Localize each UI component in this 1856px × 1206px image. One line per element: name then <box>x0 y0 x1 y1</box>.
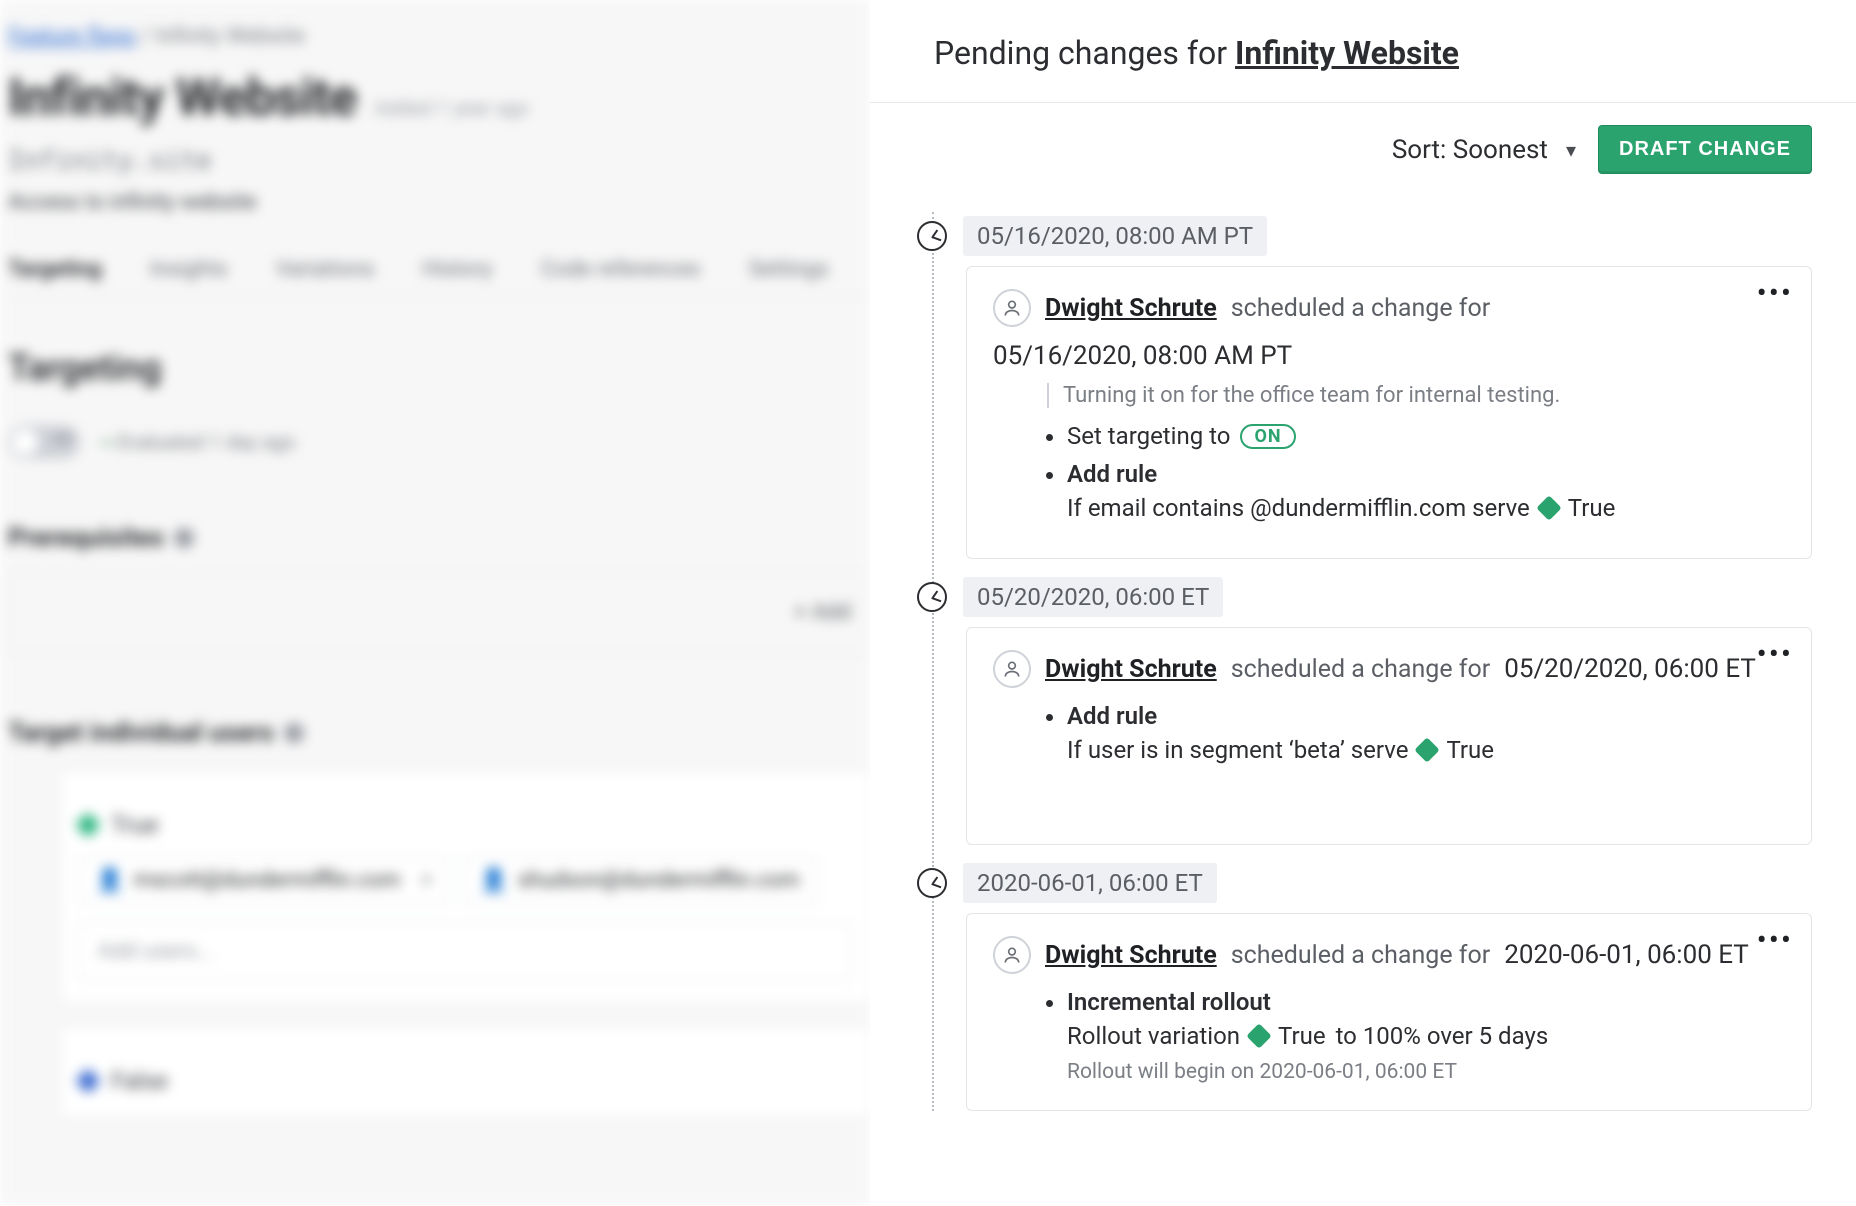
change-byline: Dwight Schrute scheduled a change for 05… <box>993 650 1785 688</box>
rollout-footnote: Rollout will begin on 2020-06-01, 06:00 … <box>1067 1060 1785 1084</box>
scheduled-date: 05/20/2020, 06:00 ET <box>1504 654 1756 684</box>
change-item: Set targeting to ON <box>1067 422 1785 450</box>
avatar-icon: 👤 <box>96 868 123 893</box>
diamond-icon <box>75 812 100 837</box>
change-item: Add rule If user is in segment ‘beta’ se… <box>1067 702 1785 764</box>
avatar-icon <box>993 936 1031 974</box>
diamond-icon <box>75 1068 100 1093</box>
on-badge: ON <box>1240 424 1295 449</box>
timeline-timestamp: 2020-06-01, 06:00 ET <box>914 863 1812 903</box>
breadcrumb-root: Feature flags <box>8 24 135 49</box>
user-chip: 👤 shudson@dundermifflin.com <box>463 857 817 904</box>
timeline-timestamp: 05/16/2020, 08:00 AM PT <box>914 216 1812 256</box>
change-card: ••• Dwight Schrute scheduled a change fo… <box>966 627 1812 845</box>
avatar-icon <box>993 650 1031 688</box>
panel-header: Pending changes for Infinity Website <box>870 0 1856 103</box>
flag-key: Infinity.site <box>8 146 870 176</box>
change-card: ••• Dwight Schrute scheduled a change fo… <box>966 266 1812 559</box>
evaluated-label: ⇢ Evaluated 1 day ago <box>96 430 296 454</box>
timestamp-pill: 2020-06-01, 06:00 ET <box>963 863 1217 903</box>
tab-code-references: Code references <box>541 257 701 282</box>
diamond-icon <box>1246 1023 1271 1048</box>
timeline: 05/16/2020, 08:00 AM PT ••• Dwight Schru… <box>870 188 1856 1151</box>
more-actions-button[interactable]: ••• <box>1757 279 1793 309</box>
pending-changes-panel: Pending changes for Infinity Website Sor… <box>870 0 1856 1206</box>
target-false-card: False <box>60 1026 870 1118</box>
avatar-icon <box>993 289 1031 327</box>
more-actions-button[interactable]: ••• <box>1757 926 1793 956</box>
scheduled-date: 05/16/2020, 08:00 AM PT <box>993 341 1292 371</box>
panel-flag-name[interactable]: Infinity Website <box>1235 34 1459 72</box>
chevron-down-icon: ▾ <box>1566 138 1576 162</box>
info-icon <box>284 723 304 743</box>
add-prerequisite: + Add <box>8 571 870 654</box>
clock-icon <box>917 221 947 251</box>
timestamp-pill: 05/20/2020, 06:00 ET <box>963 577 1223 617</box>
change-list: Incremental rollout Rollout variation Tr… <box>1067 988 1785 1050</box>
remove-chip-icon: × <box>421 868 433 893</box>
targeting-toggle: Off <box>8 425 80 459</box>
target-true-card: True 👤 mscott@dundermifflin.com × 👤 shud… <box>60 770 870 1004</box>
change-list: Set targeting to ON Add rule If email co… <box>1067 422 1785 522</box>
background-flag-page: Feature flags / Infinity Website Infinit… <box>0 0 870 1206</box>
user-chip: 👤 mscott@dundermifflin.com × <box>79 857 449 904</box>
breadcrumb-leaf: Infinity Website <box>155 24 305 49</box>
tab-settings: Settings <box>749 257 829 282</box>
more-actions-button[interactable]: ••• <box>1757 640 1793 670</box>
draft-change-button[interactable]: DRAFT CHANGE <box>1598 125 1812 174</box>
change-item: Add rule If email contains @dundermiffli… <box>1067 460 1785 522</box>
author-link[interactable]: Dwight Schrute <box>1045 655 1217 684</box>
change-item: Incremental rollout Rollout variation Tr… <box>1067 988 1785 1050</box>
tab-history: History <box>423 257 493 282</box>
change-byline: Dwight Schrute scheduled a change for 20… <box>993 936 1785 974</box>
scheduled-date: 2020-06-01, 06:00 ET <box>1504 940 1749 970</box>
timestamp-pill: 05/16/2020, 08:00 AM PT <box>963 216 1267 256</box>
panel-toolbar: Sort: Soonest ▾ DRAFT CHANGE <box>870 103 1856 188</box>
tab-variations: Variations <box>276 257 375 282</box>
added-ago: Added 1 year ago <box>375 96 530 120</box>
change-list: Add rule If user is in segment ‘beta’ se… <box>1067 702 1785 764</box>
panel-title-prefix: Pending changes for <box>934 34 1235 72</box>
change-byline: Dwight Schrute scheduled a change for 05… <box>993 289 1785 371</box>
clock-icon <box>917 582 947 612</box>
add-users-input: Add users... <box>79 922 851 981</box>
tab-targeting: Targeting <box>8 257 102 282</box>
timeline-rail <box>932 212 934 1111</box>
diamond-icon <box>1536 495 1561 520</box>
sort-label: Sort: Soonest <box>1392 135 1548 165</box>
info-icon <box>174 528 194 548</box>
avatar-icon: 👤 <box>480 868 507 893</box>
section-targeting-title: Targeting <box>8 347 870 389</box>
change-note: Turning it on for the office team for in… <box>1047 383 1785 408</box>
sort-dropdown[interactable]: Sort: Soonest ▾ <box>1392 135 1576 165</box>
flag-tabs: Targeting Insights Variations History Co… <box>8 257 870 297</box>
tab-insights: Insights <box>150 257 228 282</box>
author-link[interactable]: Dwight Schrute <box>1045 941 1217 970</box>
breadcrumb: Feature flags / Infinity Website <box>8 24 870 49</box>
section-target-users-title: Target individual users <box>8 718 870 748</box>
diamond-icon <box>1415 737 1440 762</box>
flag-description: Access to infinity website <box>8 190 870 215</box>
clock-icon <box>917 868 947 898</box>
change-card: ••• Dwight Schrute scheduled a change fo… <box>966 913 1812 1111</box>
page-title: Infinity Website <box>8 67 357 128</box>
author-link[interactable]: Dwight Schrute <box>1045 294 1217 323</box>
timeline-timestamp: 05/20/2020, 06:00 ET <box>914 577 1812 617</box>
section-prereq-title: Prerequisites <box>8 523 870 553</box>
